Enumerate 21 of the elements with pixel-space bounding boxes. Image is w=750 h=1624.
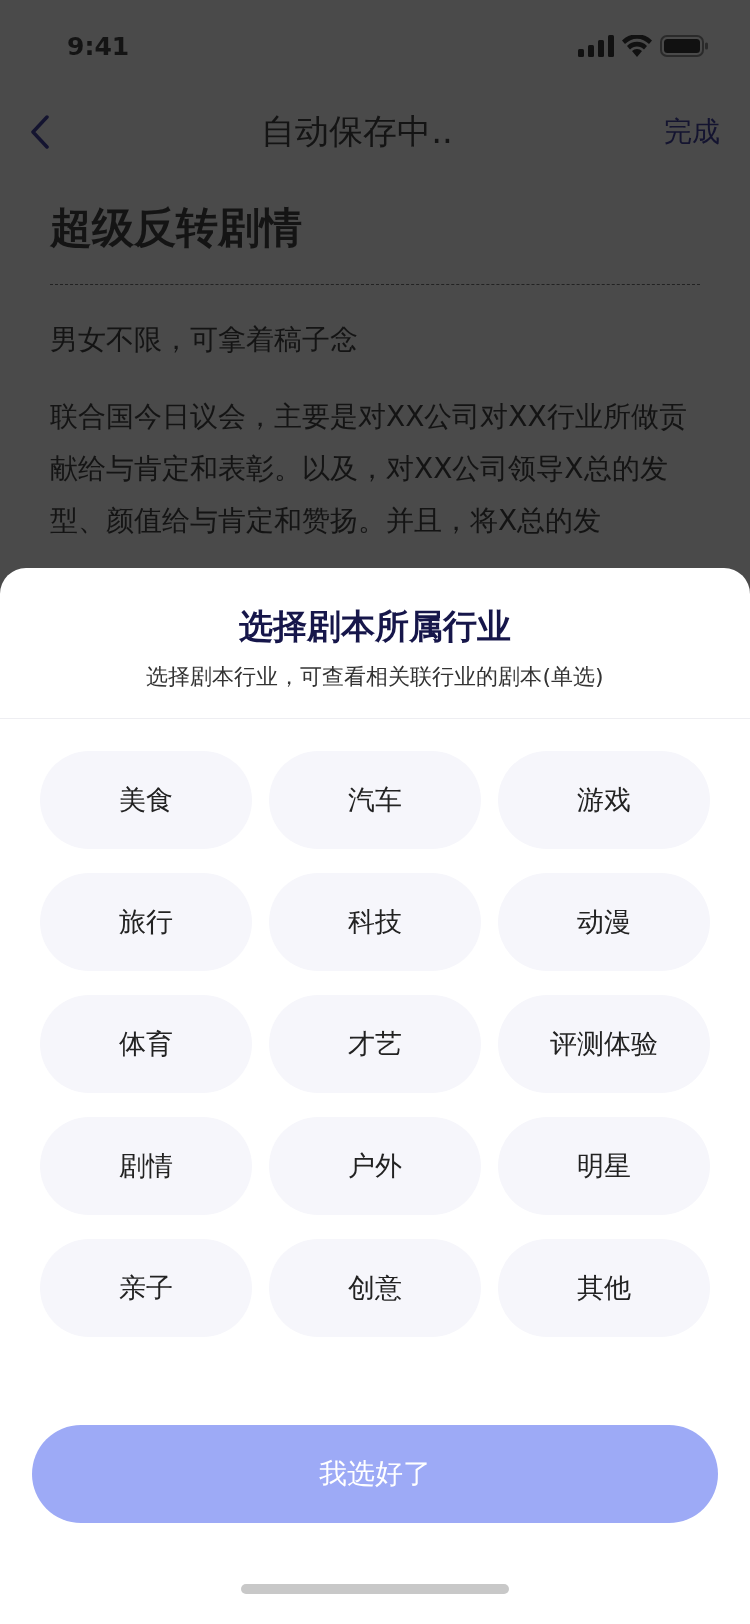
industry-option[interactable]: 创意	[269, 1239, 481, 1337]
industry-option[interactable]: 旅行	[40, 873, 252, 971]
industry-option[interactable]: 科技	[269, 873, 481, 971]
industry-option[interactable]: 汽车	[269, 751, 481, 849]
industry-option[interactable]: 体育	[40, 995, 252, 1093]
back-icon[interactable]	[30, 115, 50, 149]
industry-option[interactable]: 亲子	[40, 1239, 252, 1337]
battery-icon	[660, 35, 708, 57]
signal-icon	[578, 35, 614, 57]
industry-option[interactable]: 游戏	[498, 751, 710, 849]
industry-option[interactable]: 才艺	[269, 995, 481, 1093]
industry-option[interactable]: 剧情	[40, 1117, 252, 1215]
industry-option[interactable]: 户外	[269, 1117, 481, 1215]
industry-option[interactable]: 美食	[40, 751, 252, 849]
wifi-icon	[622, 35, 652, 57]
industry-option[interactable]: 评测体验	[498, 995, 710, 1093]
industry-option[interactable]: 其他	[498, 1239, 710, 1337]
sheet-title: 选择剧本所属行业	[238, 605, 512, 648]
industry-option[interactable]: 动漫	[498, 873, 710, 971]
sheet-subtitle: 选择剧本行业，可查看相关联行业的剧本(单选)	[145, 663, 605, 691]
industry-option[interactable]: 明星	[498, 1117, 710, 1215]
